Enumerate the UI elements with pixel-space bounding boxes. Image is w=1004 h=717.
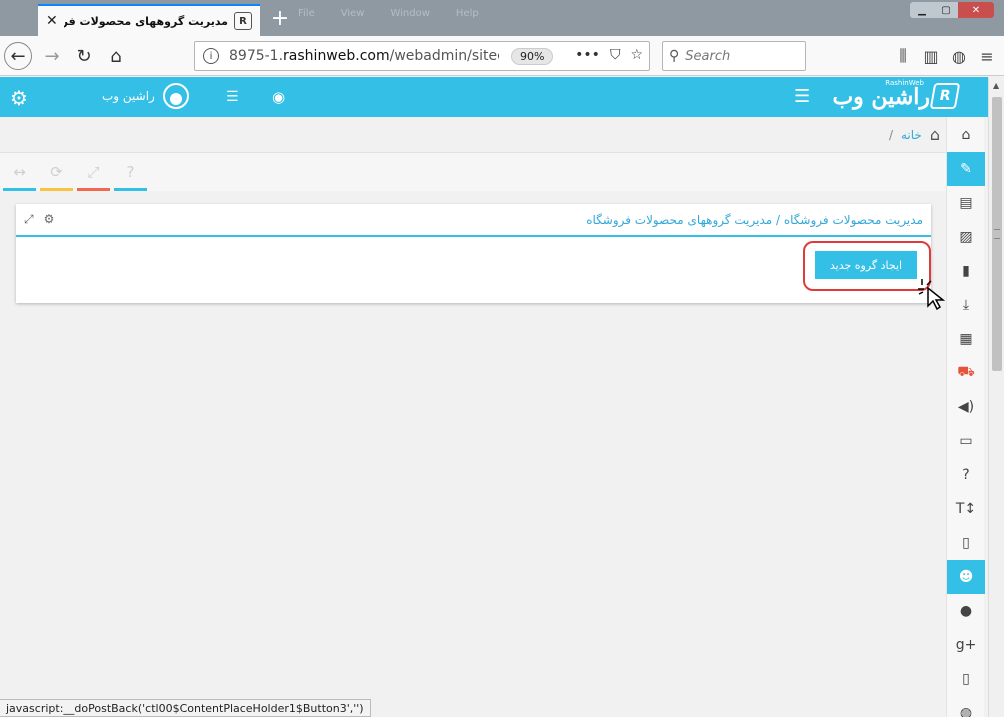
google-plus-icon[interactable]: g+ (947, 628, 985, 662)
comments-icon[interactable]: ◍ (947, 696, 985, 717)
mouse-cursor-icon (918, 279, 946, 310)
admin-page: ⚙ راشین وب ☰ ◉ ☰ RashinWeb راشین وب R ⌂ … (0, 77, 988, 717)
search-input[interactable]: ⚲ Search (662, 41, 806, 71)
logo-text: راشین وب (832, 84, 930, 110)
file-icon[interactable]: ▯ (947, 526, 985, 560)
newspaper-icon[interactable]: ▤ (947, 186, 985, 220)
browser-nav-bar: ← → ↻ ⌂ i 8975-1.rashinweb.com/webadmin/… (0, 36, 1004, 76)
sidebar-toggle-icon[interactable]: ▥ (918, 42, 944, 70)
cart-icon[interactable]: ⛟ (947, 356, 985, 390)
pencil-icon[interactable]: ✎ (947, 152, 985, 186)
help-icon[interactable]: ? (114, 153, 147, 191)
scroll-grip-icon (994, 229, 1000, 239)
menu-toggle-icon[interactable]: ☰ (794, 86, 810, 107)
url-domain: rashinweb.com (283, 48, 390, 64)
fullscreen-icon[interactable]: ⤢ (77, 153, 110, 191)
window-controls: ▁ ▢ ✕ (910, 2, 994, 18)
tab-title: مدیریت گروههای محصولات فروشگاه (63, 14, 228, 28)
globe-icon[interactable]: ◍ (946, 42, 972, 70)
admin-top-bar: ⚙ راشین وب ☰ ◉ ☰ RashinWeb راشین وب R (0, 77, 988, 117)
info-icon[interactable]: i (203, 48, 219, 64)
search-icon: ⚲ (669, 48, 680, 64)
film-icon[interactable]: ▦ (947, 322, 985, 356)
rashinweb-logo[interactable]: RashinWeb راشین وب R (830, 79, 961, 113)
server-icon[interactable]: ☰ (226, 89, 239, 105)
collapse-toggle-icon[interactable]: ↔ (3, 153, 36, 191)
speaker-icon[interactable]: ◀) (947, 390, 985, 424)
menu-bar: File View Window Help (298, 8, 479, 19)
image-icon[interactable]: ▨ (947, 220, 985, 254)
text-size-icon[interactable]: T↕ (947, 492, 985, 526)
breadcrumb-separator: / (888, 127, 893, 142)
logo-mark-icon: R (929, 83, 961, 109)
browser-tools: ⫼ ▥ ◍ ≡ (890, 42, 1000, 70)
mobile-icon[interactable]: ▯ (947, 662, 985, 696)
content-panel: مدیریت محصولات فروشگاه / مدیریت گروههای … (16, 204, 931, 303)
zoom-badge[interactable]: 90% (511, 47, 554, 65)
reload-button[interactable]: ↻ (70, 42, 98, 70)
page-actions-icon[interactable]: ••• (575, 47, 600, 63)
browser-tab-bar: R مدیریت گروههای محصولات فروشگاه ✕ + Fil… (0, 0, 1004, 36)
url-text[interactable]: 8975-1.rashinweb.com/webadmin/siteco (229, 48, 499, 64)
library-icon[interactable]: ⫼ (890, 42, 916, 70)
expand-icon[interactable]: ⤢ (24, 212, 34, 227)
user-avatar-icon (162, 83, 189, 109)
url-path: /webadmin/siteco (389, 48, 499, 64)
document-icon[interactable]: ▮ (947, 254, 985, 288)
breadcrumb: ⌂ خانه / (0, 117, 946, 153)
monitor-icon[interactable]: ▭ (947, 424, 985, 458)
question-icon[interactable]: ? (947, 458, 985, 492)
globe-icon[interactable]: ◉ (272, 88, 285, 106)
download-icon[interactable]: ⤓ (947, 288, 985, 322)
scrollbar[interactable]: ▲ (988, 77, 1004, 717)
breadcrumb-home-link[interactable]: خانه (901, 128, 922, 142)
home-icon[interactable]: ⌂ (930, 125, 940, 144)
user-name: راشین وب (102, 89, 155, 103)
new-group-button[interactable]: ایجاد گروه جدید (815, 251, 917, 279)
hamburger-menu-icon[interactable]: ≡ (974, 42, 1000, 70)
minimize-icon[interactable]: ▁ (910, 2, 934, 18)
right-sidebar: ⌂ ✎ ▤ ▨ ▮ ⤓ ▦ ⛟ ◀) ▭? T↕ ▯ ☻ ● g+ ▯ ◍ (946, 117, 985, 717)
maximize-icon[interactable]: ▢ (934, 2, 958, 18)
pocket-icon[interactable]: ⛉ (610, 47, 621, 63)
home-icon[interactable]: ⌂ (947, 118, 985, 152)
scroll-up-icon[interactable]: ▲ (993, 81, 999, 90)
close-tab-icon[interactable]: ✕ (46, 13, 58, 29)
menu-file[interactable]: File (298, 8, 315, 19)
home-button[interactable]: ⌂ (102, 42, 130, 70)
window-close-icon[interactable]: ✕ (958, 2, 994, 18)
panel-title: مدیریت محصولات فروشگاه / مدیریت گروههای … (586, 212, 923, 227)
widget-toolbar: ↔ ⟳ ⤢ ? (0, 153, 946, 191)
url-bar[interactable]: i 8975-1.rashinweb.com/webadmin/siteco 9… (194, 41, 650, 71)
back-button[interactable]: ← (4, 42, 32, 70)
gear-icon[interactable]: ⚙ (10, 86, 28, 110)
bookmark-star-icon[interactable]: ☆ (630, 47, 643, 63)
new-tab-button[interactable]: + (266, 4, 294, 32)
panel-header: مدیریت محصولات فروشگاه / مدیریت گروههای … (16, 204, 931, 237)
url-prefix: 8975-1. (229, 48, 284, 64)
forward-button[interactable]: → (38, 42, 66, 70)
users-icon[interactable]: ☻ (947, 560, 985, 594)
browser-tab[interactable]: R مدیریت گروههای محصولات فروشگاه ✕ (38, 4, 260, 36)
user-menu[interactable]: راشین وب (102, 83, 189, 109)
panel-settings-icon[interactable]: ⚙ (44, 212, 55, 227)
menu-window[interactable]: Window (390, 8, 429, 19)
site-favicon-icon: R (234, 12, 252, 30)
user-icon[interactable]: ● (947, 594, 985, 628)
menu-help[interactable]: Help (456, 8, 479, 19)
search-placeholder: Search (685, 48, 731, 64)
panel-body: ایجاد گروه جدید (16, 237, 931, 301)
menu-view[interactable]: View (341, 8, 365, 19)
status-bar: javascript:__doPostBack('ctl00$ContentPl… (0, 699, 371, 717)
refresh-icon[interactable]: ⟳ (40, 153, 73, 191)
